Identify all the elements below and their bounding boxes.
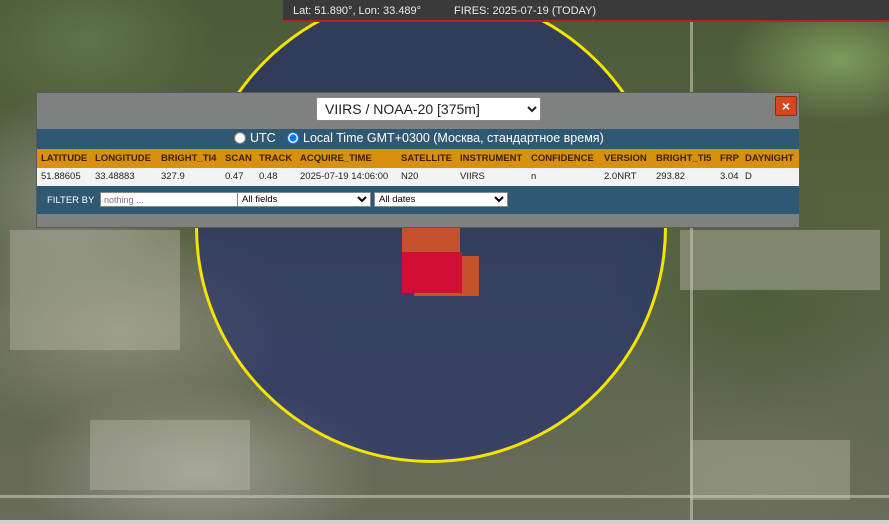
cell-version: 2.0NRT xyxy=(604,171,637,182)
col-header[interactable]: SCAN xyxy=(225,153,252,164)
local-time-radio[interactable] xyxy=(287,132,299,144)
col-header[interactable]: FRP xyxy=(720,153,739,164)
cell-confidence: n xyxy=(531,171,537,182)
close-icon: × xyxy=(781,98,791,114)
urban-area xyxy=(10,230,180,350)
col-header[interactable]: VERSION xyxy=(604,153,647,164)
col-header[interactable]: INSTRUMENT xyxy=(460,153,522,164)
col-header[interactable]: LATITUDE xyxy=(41,153,87,164)
local-time-label: Local Time GMT+0300 (Москва, стандартное… xyxy=(303,131,604,145)
fire-info-popup: VIIRS / NOAA-20 [375m] × UTC Local Time … xyxy=(36,92,800,228)
cell-track: 0.48 xyxy=(259,171,278,182)
cell-satellite: N20 xyxy=(401,171,419,182)
cell-latitude: 51.88605 xyxy=(41,171,81,182)
cell-daynight: D xyxy=(745,171,752,182)
fire-pixel-selected[interactable] xyxy=(402,252,462,293)
cell-longitude: 33.48883 xyxy=(95,171,135,182)
satellite-select[interactable]: VIIRS / NOAA-20 [375m] xyxy=(316,97,541,121)
status-bar: Lat: 51.890°, Lon: 33.489° FIRES: 2025-0… xyxy=(283,0,889,22)
col-header[interactable]: ACQUIRE_TIME xyxy=(300,153,372,164)
utc-label: UTC xyxy=(250,131,276,145)
cell-instrument: VIIRS xyxy=(460,171,485,182)
cell-frp: 3.04 xyxy=(720,171,739,182)
col-header[interactable]: CONFIDENCE xyxy=(531,153,594,164)
close-button[interactable]: × xyxy=(775,96,797,116)
filter-bar: FILTER BY All fields All dates xyxy=(37,186,799,214)
urban-area xyxy=(680,230,880,290)
col-header[interactable]: BRIGHT_TI5 xyxy=(656,153,711,164)
cell-scan: 0.47 xyxy=(225,171,244,182)
col-header[interactable]: LONGITUDE xyxy=(95,153,151,164)
cursor-coordinates: Lat: 51.890°, Lon: 33.489° xyxy=(293,5,422,17)
utc-radio[interactable] xyxy=(234,132,246,144)
time-mode-row: UTC Local Time GMT+0300 (Москва, стандар… xyxy=(37,129,799,149)
urban-area xyxy=(690,440,850,500)
road xyxy=(690,0,693,524)
col-header[interactable]: BRIGHT_TI4 xyxy=(161,153,216,164)
road xyxy=(0,495,889,498)
cell-bright-ti5: 293.82 xyxy=(656,171,686,182)
utc-option[interactable]: UTC xyxy=(234,131,276,145)
table-row[interactable]: 51.88605 33.48883 327.9 0.47 0.48 2025-0… xyxy=(37,168,799,186)
col-header[interactable]: DAYNIGHT xyxy=(745,153,794,164)
local-time-option[interactable]: Local Time GMT+0300 (Москва, стандартное… xyxy=(287,131,604,145)
fires-date-label: FIRES: 2025-07-19 (TODAY) xyxy=(454,5,597,17)
date-filter-select[interactable]: All dates xyxy=(374,192,508,207)
col-header[interactable]: TRACK xyxy=(259,153,292,164)
cell-bright-ti4: 327.9 xyxy=(161,171,185,182)
urban-area xyxy=(90,420,250,490)
table-header-row: LATITUDE LONGITUDE BRIGHT_TI4 SCAN TRACK… xyxy=(37,149,799,168)
filter-label: FILTER BY xyxy=(47,195,95,206)
bottom-edge-bar xyxy=(0,520,889,524)
col-header[interactable]: SATELLITE xyxy=(401,153,452,164)
cell-acquire-time: 2025-07-19 14:06:00 xyxy=(300,171,389,182)
field-filter-select[interactable]: All fields xyxy=(237,192,371,207)
filter-input[interactable] xyxy=(100,192,239,207)
